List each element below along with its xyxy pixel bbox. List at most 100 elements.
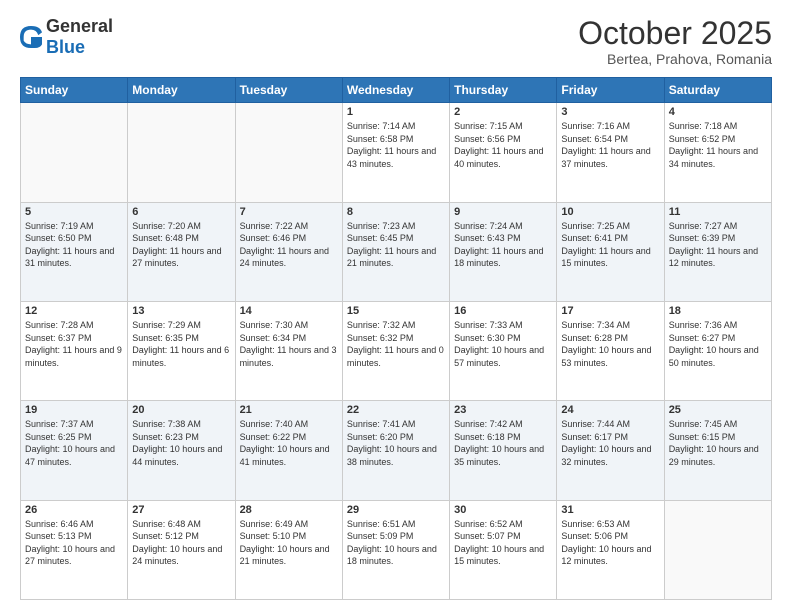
calendar-cell: 6Sunrise: 7:20 AMSunset: 6:48 PMDaylight… — [128, 202, 235, 301]
day-info: Sunrise: 7:18 AMSunset: 6:52 PMDaylight:… — [669, 120, 767, 170]
logo-text: General Blue — [46, 16, 113, 58]
day-info: Sunrise: 7:23 AMSunset: 6:45 PMDaylight:… — [347, 220, 445, 270]
calendar-cell: 10Sunrise: 7:25 AMSunset: 6:41 PMDayligh… — [557, 202, 664, 301]
calendar-week-row: 5 Sunrise: 7:19 AMSunset: 6:50 PMDaylight… — [21, 202, 772, 301]
day-number: 16 — [454, 305, 552, 317]
day-info: Sunrise: 7:38 AMSunset: 6:23 PMDaylight:… — [132, 418, 230, 468]
col-saturday: Saturday — [664, 78, 771, 103]
day-info: Sunrise: 7:22 AMSunset: 6:46 PMDaylight:… — [240, 220, 338, 270]
calendar-cell: 14Sunrise: 7:30 AMSunset: 6:34 PMDayligh… — [235, 301, 342, 400]
calendar-cell: 5 Sunrise: 7:19 AMSunset: 6:50 PMDaylight… — [21, 202, 128, 301]
calendar-cell: 19 Sunrise: 7:37 AMSunset: 6:25 PMDayligh… — [21, 401, 128, 500]
day-info: Sunrise: 7:36 AMSunset: 6:27 PMDaylight:… — [669, 319, 767, 369]
calendar-week-row: 12 Sunrise: 7:28 AMSunset: 6:37 PMDayligh… — [21, 301, 772, 400]
day-info: Sunrise: 7:37 AMSunset: 6:25 PMDaylight:… — [25, 418, 123, 468]
calendar-week-row: 26 Sunrise: 6:46 AMSunset: 5:13 PMDayligh… — [21, 500, 772, 599]
day-number: 24 — [561, 404, 659, 416]
calendar-cell: 2 Sunrise: 7:15 AMSunset: 6:56 PMDaylight… — [450, 103, 557, 202]
day-info: Sunrise: 7:40 AMSunset: 6:22 PMDaylight:… — [240, 418, 338, 468]
header: General Blue October 2025 Bertea, Prahov… — [20, 16, 772, 67]
day-number: 12 — [25, 305, 123, 317]
col-sunday: Sunday — [21, 78, 128, 103]
day-number: 17 — [561, 305, 659, 317]
calendar-week-row: 1 Sunrise: 7:14 AMSunset: 6:58 PMDaylight… — [21, 103, 772, 202]
calendar-cell: 4 Sunrise: 7:18 AMSunset: 6:52 PMDaylight… — [664, 103, 771, 202]
day-number: 19 — [25, 404, 123, 416]
day-number: 1 — [347, 106, 445, 118]
day-info: Sunrise: 7:42 AMSunset: 6:18 PMDaylight:… — [454, 418, 552, 468]
calendar-table: Sunday Monday Tuesday Wednesday Thursday… — [20, 77, 772, 600]
day-number: 27 — [132, 504, 230, 516]
day-number: 9 — [454, 206, 552, 218]
calendar-cell: 28Sunrise: 6:49 AMSunset: 5:10 PMDayligh… — [235, 500, 342, 599]
col-thursday: Thursday — [450, 78, 557, 103]
day-number: 20 — [132, 404, 230, 416]
day-info: Sunrise: 7:45 AMSunset: 6:15 PMDaylight:… — [669, 418, 767, 468]
day-number: 22 — [347, 404, 445, 416]
day-info: Sunrise: 6:52 AMSunset: 5:07 PMDaylight:… — [454, 518, 552, 568]
day-number: 7 — [240, 206, 338, 218]
day-number: 30 — [454, 504, 552, 516]
calendar-cell — [664, 500, 771, 599]
calendar-cell: 24 Sunrise: 7:44 AMSunset: 6:17 PMDayligh… — [557, 401, 664, 500]
day-number: 8 — [347, 206, 445, 218]
calendar-cell: 12 Sunrise: 7:28 AMSunset: 6:37 PMDayligh… — [21, 301, 128, 400]
calendar-cell: 21Sunrise: 7:40 AMSunset: 6:22 PMDayligh… — [235, 401, 342, 500]
logo-general: General — [46, 16, 113, 36]
calendar-cell: 15Sunrise: 7:32 AMSunset: 6:32 PMDayligh… — [342, 301, 449, 400]
logo-icon — [20, 26, 42, 48]
logo: General Blue — [20, 16, 113, 58]
day-info: Sunrise: 7:24 AMSunset: 6:43 PMDaylight:… — [454, 220, 552, 270]
col-friday: Friday — [557, 78, 664, 103]
day-info: Sunrise: 7:19 AMSunset: 6:50 PMDaylight:… — [25, 220, 123, 270]
calendar-cell: 1 Sunrise: 7:14 AMSunset: 6:58 PMDaylight… — [342, 103, 449, 202]
day-info: Sunrise: 7:32 AMSunset: 6:32 PMDaylight:… — [347, 319, 445, 369]
day-info: Sunrise: 7:15 AMSunset: 6:56 PMDaylight:… — [454, 120, 552, 170]
day-info: Sunrise: 7:14 AMSunset: 6:58 PMDaylight:… — [347, 120, 445, 170]
day-number: 18 — [669, 305, 767, 317]
calendar-cell: 7 Sunrise: 7:22 AMSunset: 6:46 PMDaylight… — [235, 202, 342, 301]
logo-blue: Blue — [46, 37, 85, 57]
calendar-cell — [235, 103, 342, 202]
day-info: Sunrise: 7:28 AMSunset: 6:37 PMDaylight:… — [25, 319, 123, 369]
calendar-cell — [128, 103, 235, 202]
day-info: Sunrise: 7:34 AMSunset: 6:28 PMDaylight:… — [561, 319, 659, 369]
day-number: 25 — [669, 404, 767, 416]
calendar-cell: 13Sunrise: 7:29 AMSunset: 6:35 PMDayligh… — [128, 301, 235, 400]
day-number: 11 — [669, 206, 767, 218]
calendar-cell: 29 Sunrise: 6:51 AMSunset: 5:09 PMDayligh… — [342, 500, 449, 599]
calendar-cell — [21, 103, 128, 202]
calendar-cell: 23Sunrise: 7:42 AMSunset: 6:18 PMDayligh… — [450, 401, 557, 500]
calendar-cell: 25 Sunrise: 7:45 AMSunset: 6:15 PMDayligh… — [664, 401, 771, 500]
calendar-cell: 16 Sunrise: 7:33 AMSunset: 6:30 PMDayligh… — [450, 301, 557, 400]
day-info: Sunrise: 7:33 AMSunset: 6:30 PMDaylight:… — [454, 319, 552, 369]
calendar-cell: 31Sunrise: 6:53 AMSunset: 5:06 PMDayligh… — [557, 500, 664, 599]
day-number: 4 — [669, 106, 767, 118]
day-number: 13 — [132, 305, 230, 317]
day-info: Sunrise: 7:41 AMSunset: 6:20 PMDaylight:… — [347, 418, 445, 468]
day-number: 26 — [25, 504, 123, 516]
day-number: 3 — [561, 106, 659, 118]
title-section: October 2025 Bertea, Prahova, Romania — [578, 16, 772, 67]
calendar-cell: 17 Sunrise: 7:34 AMSunset: 6:28 PMDayligh… — [557, 301, 664, 400]
calendar-header-row: Sunday Monday Tuesday Wednesday Thursday… — [21, 78, 772, 103]
col-wednesday: Wednesday — [342, 78, 449, 103]
day-info: Sunrise: 6:49 AMSunset: 5:10 PMDaylight:… — [240, 518, 338, 568]
calendar-cell: 9 Sunrise: 7:24 AMSunset: 6:43 PMDaylight… — [450, 202, 557, 301]
calendar-cell: 18 Sunrise: 7:36 AMSunset: 6:27 PMDayligh… — [664, 301, 771, 400]
location: Bertea, Prahova, Romania — [578, 51, 772, 67]
calendar-cell: 27Sunrise: 6:48 AMSunset: 5:12 PMDayligh… — [128, 500, 235, 599]
day-info: Sunrise: 7:44 AMSunset: 6:17 PMDaylight:… — [561, 418, 659, 468]
day-number: 29 — [347, 504, 445, 516]
day-number: 2 — [454, 106, 552, 118]
calendar-cell: 26 Sunrise: 6:46 AMSunset: 5:13 PMDayligh… — [21, 500, 128, 599]
day-info: Sunrise: 7:20 AMSunset: 6:48 PMDaylight:… — [132, 220, 230, 270]
day-info: Sunrise: 6:46 AMSunset: 5:13 PMDaylight:… — [25, 518, 123, 568]
day-info: Sunrise: 6:51 AMSunset: 5:09 PMDaylight:… — [347, 518, 445, 568]
day-number: 5 — [25, 206, 123, 218]
day-number: 10 — [561, 206, 659, 218]
page: General Blue October 2025 Bertea, Prahov… — [0, 0, 792, 612]
calendar-cell: 11Sunrise: 7:27 AMSunset: 6:39 PMDayligh… — [664, 202, 771, 301]
col-tuesday: Tuesday — [235, 78, 342, 103]
calendar-week-row: 19 Sunrise: 7:37 AMSunset: 6:25 PMDayligh… — [21, 401, 772, 500]
